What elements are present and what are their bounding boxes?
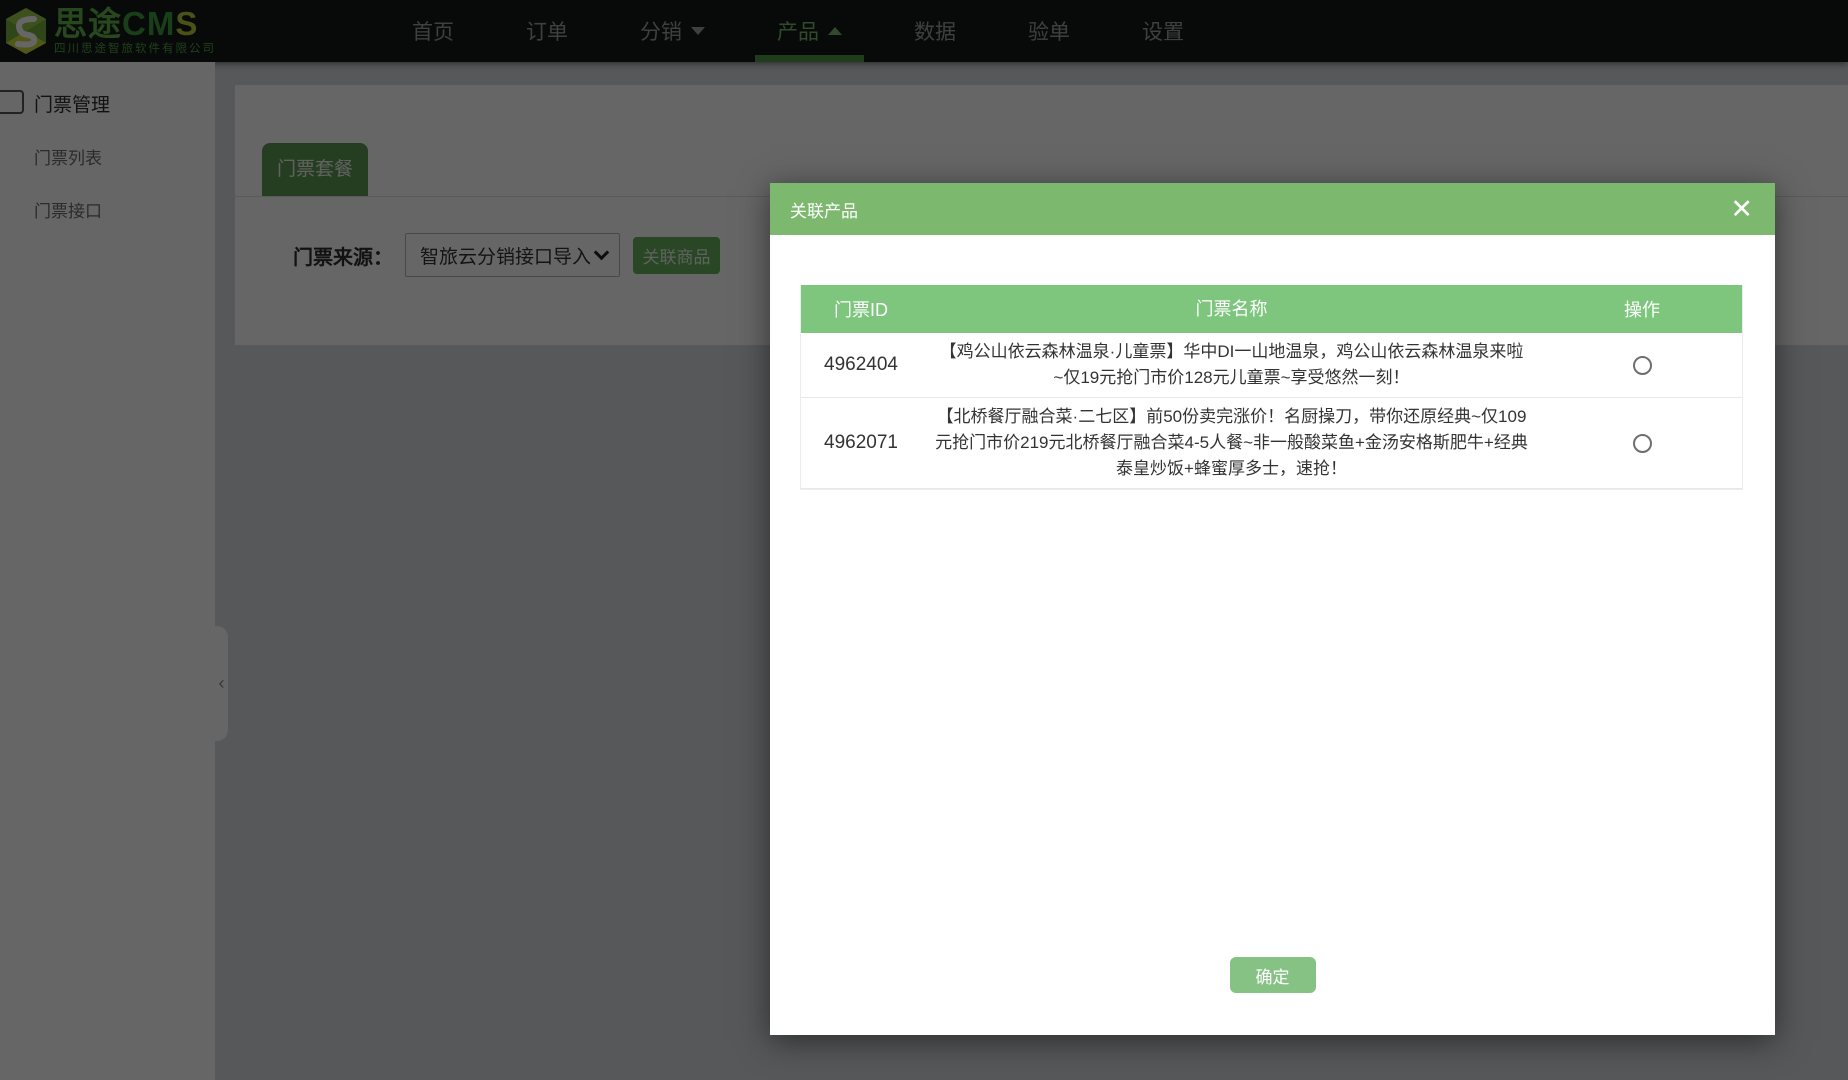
ticket-name: 【北桥餐厅融合菜·二七区】前50份卖完涨价！名厨操刀，带你还原经典~仅109元抢… [921, 398, 1542, 488]
column-header-ticket-name: 门票名称 [921, 290, 1542, 328]
select-product-radio[interactable] [1633, 434, 1652, 453]
column-header-ticket-id: 门票ID [801, 296, 921, 322]
modal-header: 关联产品 ✕ [770, 183, 1775, 235]
related-products-modal: 关联产品 ✕ 门票ID 门票名称 操作 4962404 【鸡公山依云森林温泉·儿… [770, 183, 1775, 1035]
column-header-action: 操作 [1542, 296, 1742, 322]
ticket-id: 4962071 [801, 432, 921, 454]
ticket-id: 4962404 [801, 354, 921, 376]
confirm-button[interactable]: 确定 [1230, 957, 1316, 993]
ticket-name: 【鸡公山依云森林温泉·儿童票】华中DI一山地温泉，鸡公山依云森林温泉来啦~仅19… [921, 333, 1542, 397]
table-row: 4962404 【鸡公山依云森林温泉·儿童票】华中DI一山地温泉，鸡公山依云森林… [801, 333, 1742, 398]
table-row: 4962071 【北桥餐厅融合菜·二七区】前50份卖完涨价！名厨操刀，带你还原经… [801, 398, 1742, 489]
close-icon[interactable]: ✕ [1730, 196, 1753, 223]
modal-title: 关联产品 [790, 197, 858, 222]
select-product-radio[interactable] [1633, 356, 1652, 375]
table-header-row: 门票ID 门票名称 操作 [801, 285, 1742, 333]
products-table: 门票ID 门票名称 操作 4962404 【鸡公山依云森林温泉·儿童票】华中DI… [800, 285, 1743, 490]
